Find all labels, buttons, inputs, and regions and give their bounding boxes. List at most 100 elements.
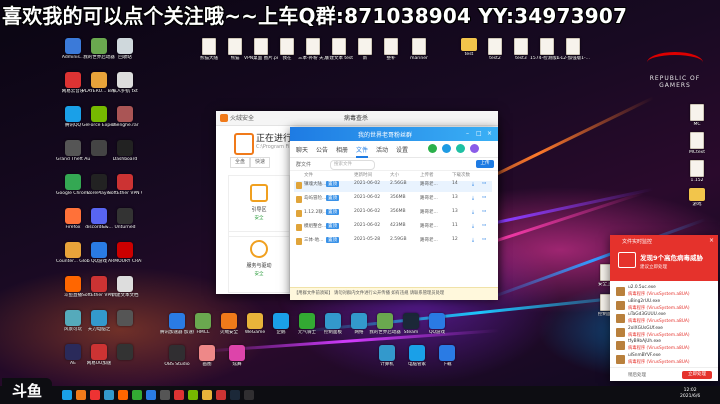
taskbar-app-icon[interactable]	[132, 390, 142, 400]
desktop-icon[interactable]: 游戏	[680, 188, 714, 207]
desktop-icon[interactable]: 新建文本文档	[108, 276, 142, 298]
app-icon	[91, 276, 107, 292]
tile-boot-sector[interactable]: 引导区 安全	[228, 175, 290, 237]
download-icon[interactable]: ⤓	[472, 181, 474, 187]
qq-titlebar[interactable]: 我的世界老哥粉丝群 – □ ×	[290, 127, 498, 141]
later-button[interactable]: 稍后处理	[628, 372, 646, 378]
desktop-icon[interactable]: mariner	[402, 38, 436, 61]
segment-quick[interactable]: 快速	[250, 157, 271, 168]
desktop-icon[interactable]: 回收站	[108, 38, 142, 60]
tab-announcement[interactable]: 公告	[316, 145, 328, 154]
qq-group-window[interactable]: 我的世界老哥粉丝群 – □ × 聊天 公告 相册 文件 活动 设置 群文件 搜索…	[290, 127, 498, 300]
desktop-icon[interactable]: SoftEther VPN Clie...	[108, 174, 142, 196]
app-icon	[117, 276, 133, 292]
share-screen-icon[interactable]	[456, 144, 465, 153]
threat-file-icon	[616, 287, 625, 296]
tab-settings[interactable]: 设置	[396, 145, 408, 154]
desktop-icon[interactable]: MC	[680, 104, 714, 127]
upload-button[interactable]: 上传	[476, 160, 494, 168]
desktop-icon[interactable]: MCtext	[680, 132, 714, 155]
close-icon[interactable]: ×	[709, 237, 714, 244]
file-row[interactable]: 镇魂大陆... 置顶 2021-06-02 2.56GB 路哥老... 14 ⤓ ▭	[294, 181, 492, 192]
file-row[interactable]: 三体-地... 置顶 2021-05-28 2.59GB 路哥老... 12 ⤓ ▭	[294, 237, 492, 248]
tab-chat[interactable]: 聊天	[296, 145, 308, 154]
taskbar-app-icon[interactable]	[76, 390, 86, 400]
desktop-icon[interactable]: QQ游戏	[420, 313, 454, 335]
handle-now-button[interactable]: 立即处理	[682, 371, 712, 379]
taskbar-app-icon[interactable]	[118, 390, 128, 400]
app-icon	[117, 106, 133, 122]
desktop-icon[interactable]: 电脑管家	[400, 345, 434, 367]
desktop-icon[interactable]: Dashboard	[108, 140, 142, 162]
video-icon[interactable]	[442, 144, 451, 153]
folder-icon[interactable]: ▭	[482, 209, 486, 214]
taskbar-app-icon[interactable]	[216, 390, 226, 400]
desktop-icon[interactable]: OBS Studio	[160, 345, 194, 367]
segment-full[interactable]: 全盘	[230, 157, 251, 168]
download-icon[interactable]: ⤓	[472, 209, 474, 215]
taskbar-app-icon[interactable]	[104, 390, 114, 400]
group-notice-bar[interactable]: 【用群文件前须知】 请勿对群内文件进行公开传播 如有违规 请联系管理员处理	[290, 287, 498, 300]
threat-item[interactable]: 2oIXGUsGUf.exe 病毒程序 (VirusSystem.a8UA)	[616, 326, 714, 339]
desktop-icon[interactable]	[108, 310, 142, 327]
file-row[interactable]: 模组整合... 置顶 2021-06-02 423MB 路哥老... 11 ⤓ ▭	[294, 223, 492, 234]
threat-item[interactable]: uTaGd3GUUU.exe 病毒程序 (VirusSystem.a8UA)	[616, 312, 714, 325]
desktop-icon[interactable]: 1.152	[680, 160, 714, 183]
taskbar-app-icon[interactable]	[230, 390, 240, 400]
file-row[interactable]: 1.12.2联... 置顶 2021-06-02 356MB 路哥老... 13 ⤓ ▭	[294, 209, 492, 220]
desktop-icon[interactable]: 计算机	[370, 345, 404, 367]
desktop-icon[interactable]: chenghe.rar	[108, 106, 142, 128]
download-icon[interactable]: ⤓	[472, 195, 474, 201]
desktop-icon[interactable]: 1.12-加强版1-...	[556, 38, 590, 61]
threat-item[interactable]: u2.0.5uc.exe 病毒程序 (VirusSystem.a8UA)	[616, 285, 714, 298]
huorong-titlebar[interactable]: 火绒安全 病毒查杀	[216, 111, 498, 126]
folder-icon[interactable]: ▭	[482, 181, 486, 186]
desktop-icon[interactable]: Unturned	[108, 208, 142, 230]
threat-item[interactable]: tfyB9bAjUh.exe 病毒程序 (VirusSystem.a8UA)	[616, 339, 714, 352]
phone-icon[interactable]	[428, 144, 437, 153]
desktop-icon-label: chenghe.rar	[111, 123, 139, 128]
download-icon[interactable]: ⤓	[472, 223, 474, 229]
desktop-icon[interactable]: 下载	[430, 345, 464, 367]
desktop-icon-label: MCtext	[689, 150, 705, 155]
tile-services[interactable]: 服务与驱动 安全	[228, 231, 290, 293]
desktop-icon[interactable]: ARMOURY CRATE	[108, 242, 142, 264]
maximize-icon[interactable]: □	[476, 130, 482, 137]
download-icon[interactable]: ⤓	[472, 237, 474, 243]
tray-clock[interactable]: 12:02 2021/6/6	[680, 388, 700, 400]
tab-files[interactable]: 文件	[356, 145, 369, 158]
virus-alert-popup[interactable]: 文件实时监控 × 发现9个高危病毒威胁 建议立即处理 u2.0.5uc.exe 病…	[610, 235, 718, 381]
desktop-icon[interactable]: 画图	[190, 345, 224, 367]
taskbar-app-icon[interactable]	[174, 390, 184, 400]
threat-file-name: tfyB9bAjUh.exe	[628, 339, 662, 344]
desktop-icon[interactable]: 炫舞	[220, 345, 254, 367]
desktop-icon-label: 游戏	[692, 202, 702, 207]
desktop-icon-label: ARMOURY CRATE	[108, 259, 142, 264]
threat-name: 病毒程序 (VirusSystem.a8UA)	[628, 332, 690, 338]
file-row[interactable]: 岛屿冒险... 置顶 2021-06-02 356MB 路哥老... 13 ⤓ ▭	[294, 195, 492, 206]
desktop-icon[interactable]	[108, 344, 142, 361]
taskbar-app-icon[interactable]	[202, 390, 212, 400]
minimize-icon[interactable]: –	[466, 130, 469, 137]
taskbar-app-icon[interactable]	[160, 390, 170, 400]
taskbar-app-icon[interactable]	[188, 390, 198, 400]
threat-item[interactable]: uISnmBYVF.exe 病毒程序 (VirusSystem.a8UA)	[616, 353, 714, 366]
desktop-icon[interactable]: 私人护航 txt	[108, 72, 142, 94]
file-downloads: 11	[452, 223, 458, 228]
threat-item[interactable]: uBing2rUU.exe 病毒程序 (VirusSystem.a8UA)	[616, 299, 714, 312]
tab-activity[interactable]: 活动	[376, 145, 388, 154]
taskbar-app-icon[interactable]	[90, 390, 100, 400]
taskbar-app-icon[interactable]	[62, 390, 72, 400]
taskbar-app-icon[interactable]	[244, 390, 254, 400]
folder-icon[interactable]: ▭	[482, 223, 486, 228]
folder-icon[interactable]: ▭	[482, 237, 486, 242]
close-icon[interactable]: ×	[487, 130, 492, 137]
app-icon	[461, 38, 477, 51]
app-icon	[280, 38, 294, 55]
apps-icon[interactable]	[470, 144, 479, 153]
taskbar-app-icon[interactable]	[146, 390, 156, 400]
folder-icon[interactable]: ▭	[482, 195, 486, 200]
file-search-input[interactable]: 搜索文件	[330, 160, 375, 170]
tab-album[interactable]: 相册	[336, 145, 348, 154]
file-size: 356MB	[390, 195, 406, 200]
